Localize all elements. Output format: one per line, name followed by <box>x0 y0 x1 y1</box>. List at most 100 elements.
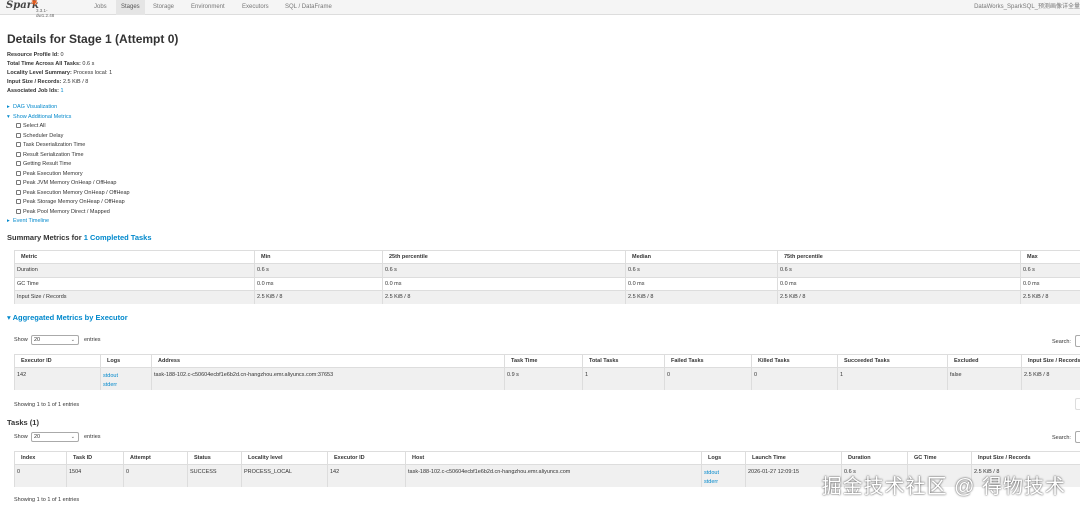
additional-metrics-toggle[interactable]: ▾ Show Additional Metrics <box>7 114 71 120</box>
show-label: Show <box>14 434 28 440</box>
nav-executors[interactable]: Executors <box>237 0 274 15</box>
job-id-link[interactable]: 1 <box>61 88 64 94</box>
total-tasks-cell: 1 <box>582 367 665 390</box>
checkbox-peak-storage-memory[interactable]: Peak Storage Memory OnHeap / OffHeap <box>16 199 125 205</box>
column-header[interactable]: Logs <box>100 354 152 368</box>
table-cell: 0.6 s <box>777 263 1021 277</box>
column-header[interactable]: Input Size / Records <box>971 451 1080 465</box>
column-header[interactable]: Task Time <box>504 354 583 368</box>
checkbox-box[interactable] <box>16 189 21 195</box>
stdout-link[interactable]: stdout <box>704 469 745 478</box>
table-cell: 2.5 KiB / 8 <box>254 290 383 304</box>
column-header[interactable]: Median <box>625 250 778 264</box>
stdout-link[interactable]: stdout <box>103 372 151 381</box>
column-header[interactable]: Task ID <box>66 451 124 465</box>
nav-sql-dataframe[interactable]: SQL / DataFrame <box>280 0 337 15</box>
table-row: 142 stdout stderr task-188-102.c-c50604e… <box>14 367 1080 390</box>
search-input[interactable] <box>1075 431 1080 443</box>
stderr-link[interactable]: stderr <box>103 381 151 390</box>
column-header[interactable]: Locality level <box>241 451 328 465</box>
nav-stages[interactable]: Stages <box>116 0 145 15</box>
executor-id-cell: 142 <box>327 464 406 487</box>
checkbox-box[interactable] <box>16 142 21 148</box>
checkbox-box[interactable] <box>16 132 21 138</box>
checkbox-box[interactable] <box>16 161 21 167</box>
checkbox-result-serialization[interactable]: Result Serialization Time <box>16 152 84 158</box>
checkbox-box[interactable] <box>16 199 21 205</box>
pagination[interactable] <box>1075 398 1080 410</box>
column-header[interactable]: Input Size / Records <box>1021 354 1080 368</box>
page-length-select[interactable]: 20 ⌄ <box>31 335 79 345</box>
column-header[interactable]: Executor ID <box>14 354 101 368</box>
summary-job-ids: Associated Job Ids: 1 <box>7 88 64 94</box>
table-cell: 0.0 ms <box>777 276 1021 291</box>
search-input[interactable] <box>1075 335 1080 347</box>
watermark: 掘金技术社区 @ 得物技术 <box>821 476 1066 498</box>
spark-logo[interactable]: Spark ✱ 3.3.1-dw1.2.48 <box>6 0 54 18</box>
checkbox-task-deserialization[interactable]: Task Deserialization Time <box>16 142 85 148</box>
checkbox-scheduler-delay[interactable]: Scheduler Delay <box>16 133 63 139</box>
column-header[interactable]: Attempt <box>123 451 188 465</box>
checkbox-select-all[interactable]: Select All <box>16 123 46 129</box>
checkbox-box[interactable] <box>16 151 21 157</box>
checkbox-box[interactable] <box>16 208 21 214</box>
checkbox-peak-exec-onheap[interactable]: Peak Execution Memory OnHeap / OffHeap <box>16 190 130 196</box>
checkbox-box[interactable] <box>16 180 21 186</box>
logs-cell: stdout stderr <box>701 464 746 487</box>
column-header[interactable]: Host <box>405 451 702 465</box>
tasks-heading: Tasks (1) <box>7 418 39 427</box>
column-header[interactable]: Executor ID <box>327 451 406 465</box>
executor-id-cell: 142 <box>14 367 101 390</box>
summary-resource-profile: Resource Profile Id: 0 <box>7 52 64 58</box>
checkbox-peak-execution-memory[interactable]: Peak Execution Memory <box>16 171 83 177</box>
spark-star-icon: ✱ <box>31 0 38 7</box>
column-header[interactable]: Launch Time <box>745 451 842 465</box>
column-header[interactable]: Address <box>151 354 505 368</box>
host-cell: task-188-102.c-c50604ecbf1e6b2d.cn-hangz… <box>405 464 702 487</box>
chevron-down-icon: ⌄ <box>70 434 75 440</box>
entries-label: entries <box>84 434 101 440</box>
column-header[interactable]: Excluded <box>947 354 1022 368</box>
nav-storage[interactable]: Storage <box>148 0 179 15</box>
column-header[interactable]: Metric <box>14 250 255 264</box>
checkbox-box[interactable] <box>16 170 21 176</box>
excluded-cell: false <box>947 367 1022 390</box>
column-header[interactable]: Duration <box>841 451 908 465</box>
table-cell: 2.5 KiB / 8 <box>777 290 1021 304</box>
column-header[interactable]: Failed Tasks <box>664 354 752 368</box>
navbar: Spark ✱ 3.3.1-dw1.2.48 Jobs Stages Stora… <box>0 0 1080 18</box>
summary-input-size: Input Size / Records: 2.5 KiB / 8 <box>7 79 89 85</box>
table-header-row: Index Task ID Attempt Status Locality le… <box>14 451 1080 465</box>
summary-locality: Locality Level Summary: Process local: 1 <box>7 70 113 76</box>
table-cell: Input Size / Records <box>14 290 255 304</box>
column-header[interactable]: Succeeded Tasks <box>837 354 948 368</box>
nav-environment[interactable]: Environment <box>186 0 230 15</box>
checkbox-box[interactable] <box>16 123 21 129</box>
search-label: Search: <box>1052 435 1071 441</box>
column-header[interactable]: GC Time <box>907 451 972 465</box>
nav-jobs[interactable]: Jobs <box>89 0 112 15</box>
aggregated-info: Showing 1 to 1 of 1 entries <box>14 402 80 408</box>
summary-total-time: Total Time Across All Tasks: 0.6 s <box>7 61 95 67</box>
column-header[interactable]: Max <box>1020 250 1080 264</box>
column-header[interactable]: 25th percentile <box>382 250 626 264</box>
table-cell: 2.5 KiB / 8 <box>625 290 778 304</box>
checkbox-getting-result[interactable]: Getting Result Time <box>16 161 71 167</box>
checkbox-peak-jvm-memory[interactable]: Peak JVM Memory OnHeap / OffHeap <box>16 180 116 186</box>
column-header[interactable]: Index <box>14 451 67 465</box>
column-header[interactable]: 75th percentile <box>777 250 1021 264</box>
stderr-link[interactable]: stderr <box>704 478 745 487</box>
column-header[interactable]: Total Tasks <box>582 354 665 368</box>
column-header[interactable]: Min <box>254 250 383 264</box>
table-header-row: Executor ID Logs Address Task Time Total… <box>14 354 1080 368</box>
column-header[interactable]: Killed Tasks <box>751 354 838 368</box>
event-timeline-toggle[interactable]: ▸ Event Timeline <box>7 218 49 224</box>
column-header[interactable]: Status <box>187 451 242 465</box>
aggregated-metrics-toggle[interactable]: ▾ Aggregated Metrics by Executor <box>7 313 128 322</box>
entries-label: entries <box>84 337 101 343</box>
column-header[interactable]: Logs <box>701 451 746 465</box>
dag-visualization-toggle[interactable]: ▸ DAG Visualization <box>7 104 57 110</box>
checkbox-peak-pool-memory[interactable]: Peak Pool Memory Direct / Mapped <box>16 209 110 215</box>
completed-tasks-link[interactable]: 1 Completed Tasks <box>84 233 152 242</box>
page-length-select[interactable]: 20 ⌄ <box>31 432 79 442</box>
